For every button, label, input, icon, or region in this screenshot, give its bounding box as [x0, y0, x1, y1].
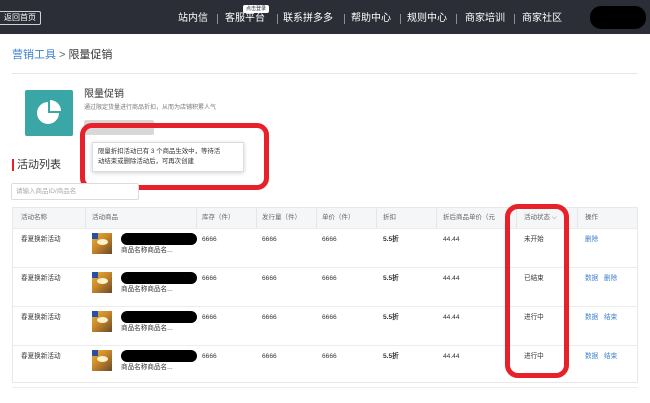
unit-price-value: 6666	[322, 353, 337, 360]
header-divider	[196, 208, 197, 228]
nav-merchant-training[interactable]: 商家培训	[465, 13, 505, 25]
end-link[interactable]: 结束	[604, 313, 617, 323]
nav-help-center[interactable]: 帮助中心	[351, 13, 391, 25]
activity-name: 春夏换新活动	[21, 353, 61, 360]
header-actions: 操作	[585, 214, 598, 221]
unit-price-value: 6666	[322, 236, 337, 243]
avatar[interactable]	[590, 6, 646, 29]
nav-divider	[456, 14, 457, 24]
stock-value: 6666	[202, 314, 217, 321]
discounted-price-value: 44.44	[443, 236, 460, 243]
activity-name: 春夏换新活动	[21, 314, 61, 321]
promo-title: 限量促销	[84, 89, 124, 100]
nav-customer-service[interactable]: 客服平台	[225, 13, 265, 25]
header-divider	[12, 73, 638, 74]
discounted-price-value: 44.44	[443, 275, 460, 282]
header-stock: 库存（件）	[202, 214, 235, 221]
stock-value: 6666	[202, 275, 217, 282]
issued-value: 6666	[262, 236, 277, 243]
activity-name: 春夏换新活动	[21, 275, 61, 282]
nav-divider	[400, 14, 401, 24]
discount-value: 5.5折	[383, 275, 399, 282]
nav-messages[interactable]: 站内信	[178, 13, 208, 25]
discount-value: 5.5折	[383, 236, 399, 243]
header-issued: 发行量（件）	[262, 214, 301, 221]
delete-link[interactable]: 删除	[604, 274, 617, 284]
product-thumbnail	[92, 272, 112, 293]
product-name: 商品名称商品名...	[121, 247, 173, 254]
stock-value: 6666	[202, 236, 217, 243]
header-discounted-price: 折后商品单价（元	[443, 214, 495, 221]
stock-value: 6666	[202, 353, 217, 360]
redacted-product-id	[121, 233, 197, 245]
tooltip-highlight-annotation	[80, 123, 269, 190]
discounted-price-value: 44.44	[443, 353, 460, 360]
pie-chart-icon	[25, 90, 73, 136]
product-thumbnail	[92, 350, 112, 371]
header-divider	[577, 208, 578, 228]
nav-contact-pdd[interactable]: 联系拼多多	[283, 13, 333, 25]
header-unit-price: 单价（件）	[322, 214, 355, 221]
nav-merchant-community[interactable]: 商家社区	[522, 13, 562, 25]
discount-value: 5.5折	[383, 353, 399, 360]
breadcrumb: 营销工具 > 限量促销	[12, 48, 112, 62]
product-thumbnail	[92, 311, 112, 332]
product-name: 商品名称商品名...	[121, 364, 173, 371]
nav-divider	[514, 14, 515, 24]
redacted-product-id	[121, 272, 197, 284]
redacted-product-id	[121, 350, 197, 362]
nav-divider	[344, 14, 345, 24]
header-divider	[256, 208, 257, 228]
product-name: 商品名称商品名...	[121, 325, 173, 332]
header-discount: 折扣	[383, 214, 396, 221]
issued-value: 6666	[262, 275, 277, 282]
header-divider	[436, 208, 437, 228]
data-link[interactable]: 数据	[585, 274, 598, 284]
section-title: 活动列表	[17, 159, 61, 171]
end-link[interactable]: 结束	[604, 352, 617, 362]
nav-divider	[217, 14, 218, 24]
header-divider	[85, 208, 86, 228]
data-link[interactable]: 数据	[585, 313, 598, 323]
nav-rules-center[interactable]: 规则中心	[407, 13, 447, 25]
discount-value: 5.5折	[383, 314, 399, 321]
nav-divider	[277, 14, 278, 24]
issued-value: 6666	[262, 314, 277, 321]
header-divider	[376, 208, 377, 228]
unit-price-value: 6666	[322, 275, 337, 282]
back-home-button[interactable]: 返回首页	[0, 11, 41, 25]
bottom-divider	[12, 387, 638, 388]
issued-value: 6666	[262, 353, 277, 360]
discounted-price-value: 44.44	[443, 314, 460, 321]
promo-description: 通过限定货量进行商品折扣，从而为店铺积累人气	[84, 105, 217, 111]
login-badge[interactable]: 点击登录	[243, 5, 270, 13]
section-accent-bar	[12, 159, 14, 171]
breadcrumb-marketing-tools[interactable]: 营销工具	[12, 49, 56, 61]
header-divider	[316, 208, 317, 228]
redacted-product-id	[121, 311, 197, 323]
unit-price-value: 6666	[322, 314, 337, 321]
header-activity-product: 活动商品	[92, 214, 118, 221]
search-input[interactable]	[11, 183, 139, 200]
product-name: 商品名称商品名...	[121, 286, 173, 293]
breadcrumb-separator: >	[59, 49, 66, 61]
status-column-highlight-annotation	[505, 204, 569, 378]
top-navigation-bar: 返回首页 点击登录 站内信 客服平台 联系拼多多 帮助中心 规则中心 商家培训 …	[0, 0, 650, 34]
header-activity-name: 活动名称	[21, 214, 47, 221]
product-thumbnail	[92, 233, 112, 254]
delete-link[interactable]: 删除	[585, 235, 598, 245]
data-link[interactable]: 数据	[585, 352, 598, 362]
activity-name: 春夏换新活动	[21, 236, 61, 243]
breadcrumb-current: 限量促销	[68, 49, 113, 61]
